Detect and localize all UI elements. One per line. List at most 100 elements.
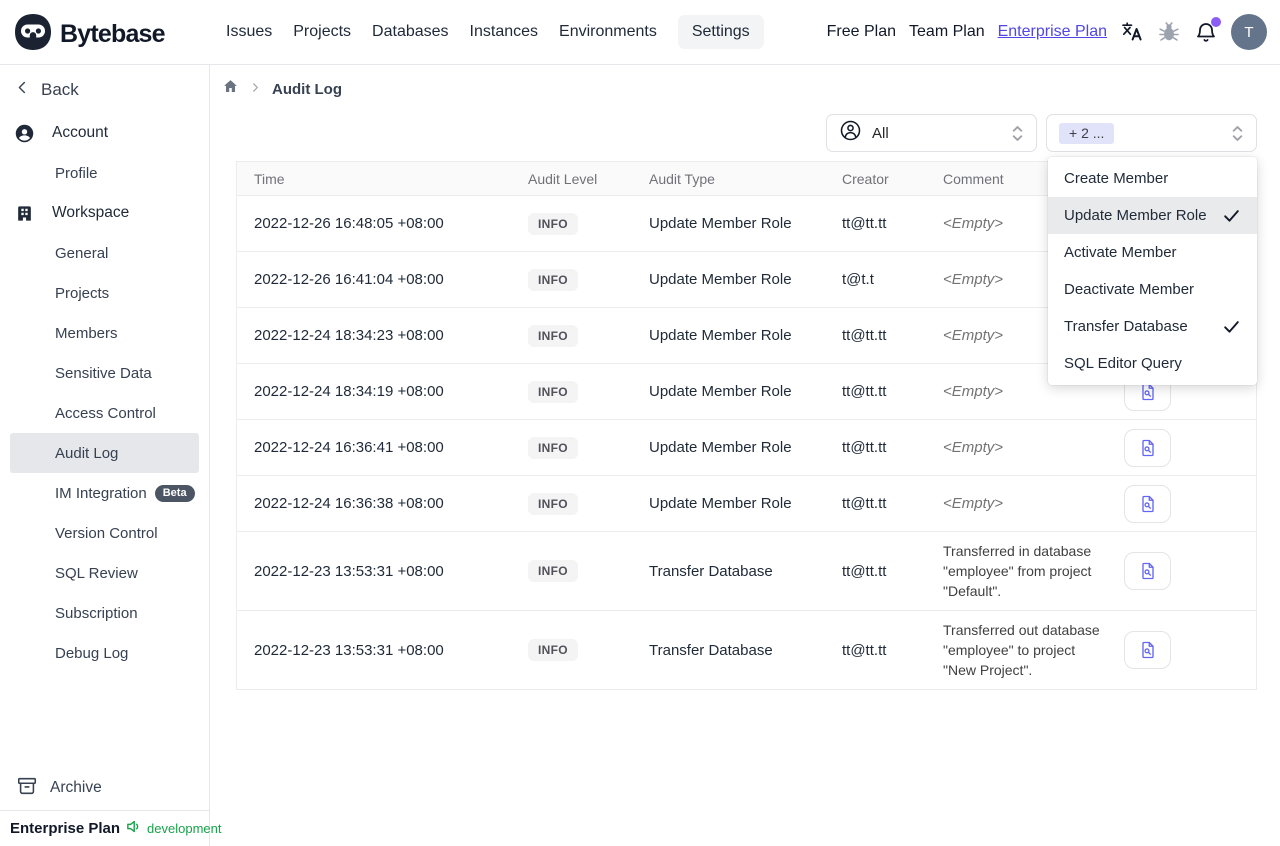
audit-type-cell: Transfer Database xyxy=(649,562,773,580)
nav-item-databases[interactable]: Databases xyxy=(372,23,449,41)
view-detail-button[interactable] xyxy=(1124,428,1171,467)
archive-label: Archive xyxy=(50,779,102,796)
sidebar-item-members[interactable]: Members xyxy=(0,313,209,353)
current-plan-label: Enterprise Plan xyxy=(10,820,121,837)
time-cell: 2022-12-26 16:48:05 +08:00 xyxy=(254,215,444,232)
view-detail-button[interactable] xyxy=(1124,631,1171,669)
creator-cell: tt@tt.tt xyxy=(842,439,887,456)
free-plan-link[interactable]: Free Plan xyxy=(827,23,896,41)
archive-button[interactable]: Archive xyxy=(0,768,209,808)
column-header-level: Audit Level xyxy=(528,170,598,187)
view-detail-button[interactable] xyxy=(1124,552,1171,590)
back-button[interactable]: Back xyxy=(0,73,209,107)
bytebase-logo[interactable]: Bytebase xyxy=(13,12,166,57)
im-integration-label: IM Integration xyxy=(55,484,147,502)
view-detail-button[interactable] xyxy=(1124,484,1171,523)
menu-item-transfer-database[interactable]: Transfer Database xyxy=(1048,308,1257,345)
menu-item-deactivate-member[interactable]: Deactivate Member xyxy=(1048,271,1257,308)
creator-cell: tt@tt.tt xyxy=(842,215,887,232)
environment-mode-label: development xyxy=(147,821,222,836)
main-nav: Issues Projects Databases Instances Envi… xyxy=(226,0,764,64)
time-cell: 2022-12-24 16:36:41 +08:00 xyxy=(254,439,444,456)
time-cell: 2022-12-23 13:53:31 +08:00 xyxy=(254,641,444,659)
creator-filter-select[interactable]: All xyxy=(826,114,1037,152)
creator-cell: tt@tt.tt xyxy=(842,562,887,580)
home-icon[interactable] xyxy=(222,78,239,100)
menu-item-label: Deactivate Member xyxy=(1064,281,1195,298)
building-icon xyxy=(14,204,35,223)
audit-type-cell: Update Member Role xyxy=(649,439,792,456)
nav-item-projects[interactable]: Projects xyxy=(293,23,351,41)
table-row: 2022-12-24 16:36:41 +08:00 INFO Update M… xyxy=(237,420,1256,476)
enterprise-plan-link[interactable]: Enterprise Plan xyxy=(998,23,1107,41)
team-plan-link[interactable]: Team Plan xyxy=(909,23,985,41)
notification-dot xyxy=(1211,17,1221,27)
nav-item-issues[interactable]: Issues xyxy=(226,23,272,41)
top-navbar: Bytebase Issues Projects Databases Insta… xyxy=(0,0,1280,65)
sidebar-item-projects[interactable]: Projects xyxy=(0,273,209,313)
sidebar-item-access-control[interactable]: Access Control xyxy=(0,393,209,433)
plan-footer: Enterprise Plan development xyxy=(0,810,222,846)
creator-cell: tt@tt.tt xyxy=(842,641,887,659)
audit-type-cell: Update Member Role xyxy=(649,215,792,232)
sidebar-item-sql-review[interactable]: SQL Review xyxy=(0,553,209,593)
sidebar-section-account: Account xyxy=(0,113,209,153)
section-title: Account xyxy=(52,124,109,141)
comment-cell: Transferred in database "employee" from … xyxy=(943,542,1092,600)
creator-cell: tt@tt.tt xyxy=(842,327,887,344)
sidebar-section-workspace: Workspace xyxy=(0,193,209,233)
audit-level-badge: INFO xyxy=(528,212,578,235)
beta-badge: Beta xyxy=(154,484,195,502)
sidebar-item-profile[interactable]: Profile xyxy=(0,153,209,193)
sidebar-item-im-integration[interactable]: IM Integration Beta xyxy=(0,473,209,513)
audit-type-dropdown-menu: Create Member Update Member Role Activat… xyxy=(1048,157,1257,385)
brand-name: Bytebase xyxy=(60,20,166,48)
time-cell: 2022-12-24 18:34:19 +08:00 xyxy=(254,383,444,400)
user-avatar[interactable]: T xyxy=(1231,14,1267,50)
menu-item-label: Create Member xyxy=(1064,170,1169,187)
menu-item-label: Activate Member xyxy=(1064,244,1177,261)
menu-item-sql-editor-query[interactable]: SQL Editor Query xyxy=(1048,345,1257,382)
breadcrumb-current: Audit Log xyxy=(272,80,342,98)
sidebar-item-audit-log[interactable]: Audit Log xyxy=(10,433,199,473)
announcement-speaker-icon xyxy=(125,818,142,840)
sidebar-item-subscription[interactable]: Subscription xyxy=(0,593,209,633)
menu-item-activate-member[interactable]: Activate Member xyxy=(1048,234,1257,271)
nav-item-environments[interactable]: Environments xyxy=(559,23,657,41)
sidebar-item-debug-log[interactable]: Debug Log xyxy=(0,633,209,673)
language-switch-icon[interactable] xyxy=(1120,20,1144,44)
sidebar-nav: Account Profile Workspace General Projec… xyxy=(0,113,209,673)
breadcrumb: Audit Log xyxy=(222,78,342,100)
table-row: 2022-12-23 13:53:31 +08:00 INFO Transfer… xyxy=(237,532,1256,611)
menu-item-update-member-role[interactable]: Update Member Role xyxy=(1048,197,1257,234)
table-row: 2022-12-23 13:53:31 +08:00 INFO Transfer… xyxy=(237,611,1256,690)
sidebar-item-general[interactable]: General xyxy=(0,233,209,273)
audit-level-badge: INFO xyxy=(528,639,578,661)
creator-filter-value: All xyxy=(872,124,889,142)
audit-level-badge: INFO xyxy=(528,268,578,291)
creator-cell: tt@tt.tt xyxy=(842,383,887,400)
column-header-time: Time xyxy=(254,170,285,187)
nav-item-instances[interactable]: Instances xyxy=(470,23,538,41)
audit-type-filter-value: + 2 ... xyxy=(1059,122,1115,144)
comment-cell: Transferred out database "employee" to p… xyxy=(943,621,1100,679)
menu-item-create-member[interactable]: Create Member xyxy=(1048,160,1257,197)
settings-sidebar: Back Account Profile Workspace General P… xyxy=(0,65,222,846)
time-cell: 2022-12-23 13:53:31 +08:00 xyxy=(254,562,444,580)
menu-item-label: Transfer Database xyxy=(1064,318,1188,335)
nav-item-settings[interactable]: Settings xyxy=(677,15,764,49)
notifications-bell-icon[interactable] xyxy=(1194,17,1221,44)
bug-report-icon[interactable] xyxy=(1157,20,1181,44)
check-icon xyxy=(1222,206,1241,225)
audit-level-badge: INFO xyxy=(528,324,578,347)
audit-type-filter-select[interactable]: + 2 ... xyxy=(1046,114,1257,152)
sidebar-item-version-control[interactable]: Version Control xyxy=(0,513,209,553)
comment-cell: <Empty> xyxy=(943,495,1004,512)
sidebar-item-sensitive-data[interactable]: Sensitive Data xyxy=(0,353,209,393)
user-circle-icon xyxy=(14,123,35,144)
audit-level-badge: INFO xyxy=(528,436,578,459)
audit-log-page: Bytebase Issues Projects Databases Insta… xyxy=(0,0,1280,846)
check-icon xyxy=(1222,317,1241,336)
time-cell: 2022-12-24 18:34:23 +08:00 xyxy=(254,327,444,344)
audit-type-cell: Update Member Role xyxy=(649,271,792,288)
